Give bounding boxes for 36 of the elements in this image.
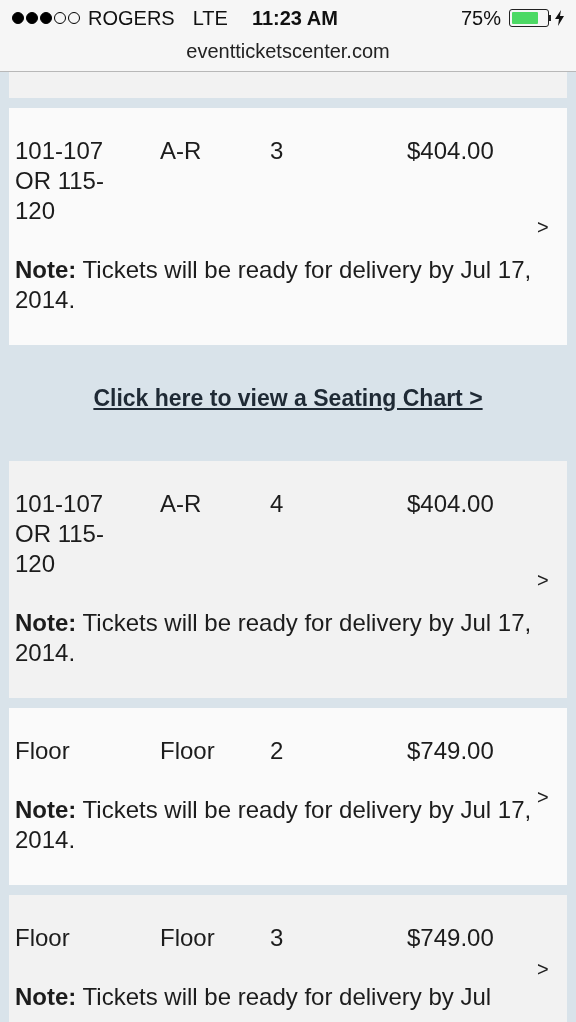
seating-chart-link[interactable]: Click here to view a Seating Chart > xyxy=(93,380,483,416)
price-text: $749.00 xyxy=(407,736,494,766)
quantity-text: 3 xyxy=(270,924,284,951)
ticket-card[interactable]: 101-107 OR 115-120 A-R 3 $404.00 Note: Tickets will be ready for delivery by Jul 17, 2014. > xyxy=(9,108,567,345)
price-text: $404.00 xyxy=(407,136,494,166)
row-text: A-R xyxy=(160,137,202,164)
battery-icon xyxy=(509,9,551,27)
network-text: LTE xyxy=(192,6,228,31)
price-text: $749.00 xyxy=(407,923,494,953)
battery-percent: 75% xyxy=(460,6,501,31)
section-text: 101-107 OR 115-120 xyxy=(15,136,105,226)
row-text: Floor xyxy=(160,737,215,764)
ticket-card[interactable]: Floor Floor 3 $749.00 Note: Tickets will be ready for delivery by Jul > xyxy=(9,895,567,1022)
chevron-text: > xyxy=(537,784,549,810)
chevron-text: > xyxy=(537,956,549,982)
section-text: Floor xyxy=(15,923,71,953)
quantity-text: 4 xyxy=(270,490,284,517)
ticket-card[interactable] xyxy=(9,72,567,98)
delivery-note: Note: Tickets will be ready for delivery by Jul 17, 2014. xyxy=(15,255,533,315)
price-text: $404.00 xyxy=(407,489,494,519)
ticket-card[interactable]: Floor Floor 2 $749.00 Note: Tickets will be ready for delivery by Jul 17, 2014. > xyxy=(9,708,567,885)
url-text[interactable]: eventticketscenter.com xyxy=(186,36,390,66)
chevron-text: > xyxy=(537,214,549,240)
carrier-text: ROGERS xyxy=(88,6,175,31)
ticket-card[interactable]: 101-107 OR 115-120 A-R 4 $404.00 Note: Tickets will be ready for delivery by Jul 17, 2014. > xyxy=(9,461,567,698)
quantity-text: 3 xyxy=(270,137,284,164)
row-text: A-R xyxy=(160,490,202,517)
chevron-text: > xyxy=(537,567,549,593)
section-text: Floor xyxy=(15,736,71,766)
quantity-text: 2 xyxy=(270,737,284,764)
section-text: 101-107 OR 115-120 xyxy=(15,489,105,579)
clock-text: 11:23 AM xyxy=(251,6,338,31)
delivery-note: Note: Tickets will be ready for delivery by Jul 17, 2014. xyxy=(15,795,533,855)
delivery-note: Note: Tickets will be ready for delivery by Jul 17, 2014. xyxy=(15,608,533,668)
row-text: Floor xyxy=(160,924,215,951)
delivery-note: Note: Tickets will be ready for delivery by Jul xyxy=(15,982,493,1012)
